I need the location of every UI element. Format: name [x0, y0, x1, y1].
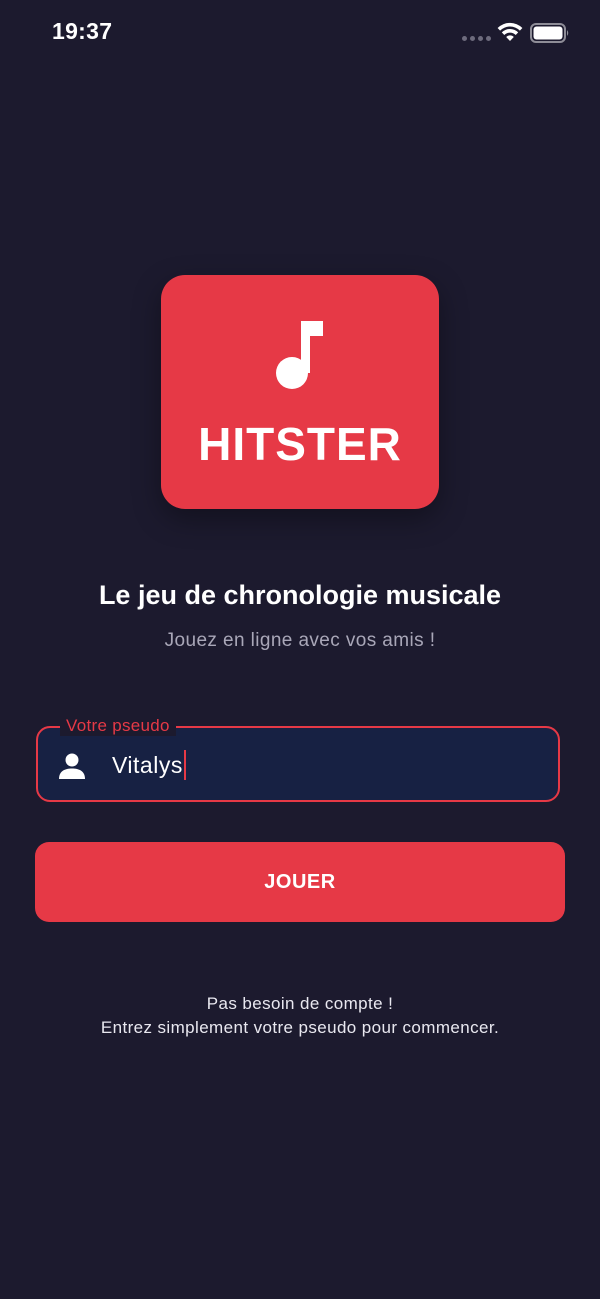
wifi-icon: [497, 22, 523, 41]
music-note-icon: [276, 321, 323, 389]
footer-line-1: Pas besoin de compte !: [206, 994, 394, 1013]
subtitle: Jouez en ligne avec vos amis !: [164, 630, 436, 651]
footer-line-2: Entrez simplement votre pseudo pour comm…: [100, 1018, 500, 1037]
battery-icon: [530, 23, 569, 43]
user-icon: [59, 753, 85, 779]
logo-text: HITSTER: [198, 418, 402, 470]
status-time: 19:37: [52, 18, 113, 44]
tagline: Le jeu de chronologie musicale: [98, 580, 502, 610]
footer-note: Pas besoin de compte ! Entrez simplement…: [0, 992, 600, 1040]
pseudo-input[interactable]: Votre pseudo Vitalys: [36, 716, 560, 802]
status-bar: 19:37: [0, 0, 600, 66]
pseudo-value[interactable]: Vitalys: [112, 749, 186, 782]
hitster-logo: HITSTER: [161, 275, 439, 509]
play-button[interactable]: JOUER: [35, 842, 565, 922]
pseudo-value-text: Vitalys: [112, 752, 183, 778]
signal-dots-icon: [462, 36, 491, 41]
text-caret: [183, 749, 186, 780]
pseudo-field-label: Votre pseudo: [60, 716, 176, 736]
